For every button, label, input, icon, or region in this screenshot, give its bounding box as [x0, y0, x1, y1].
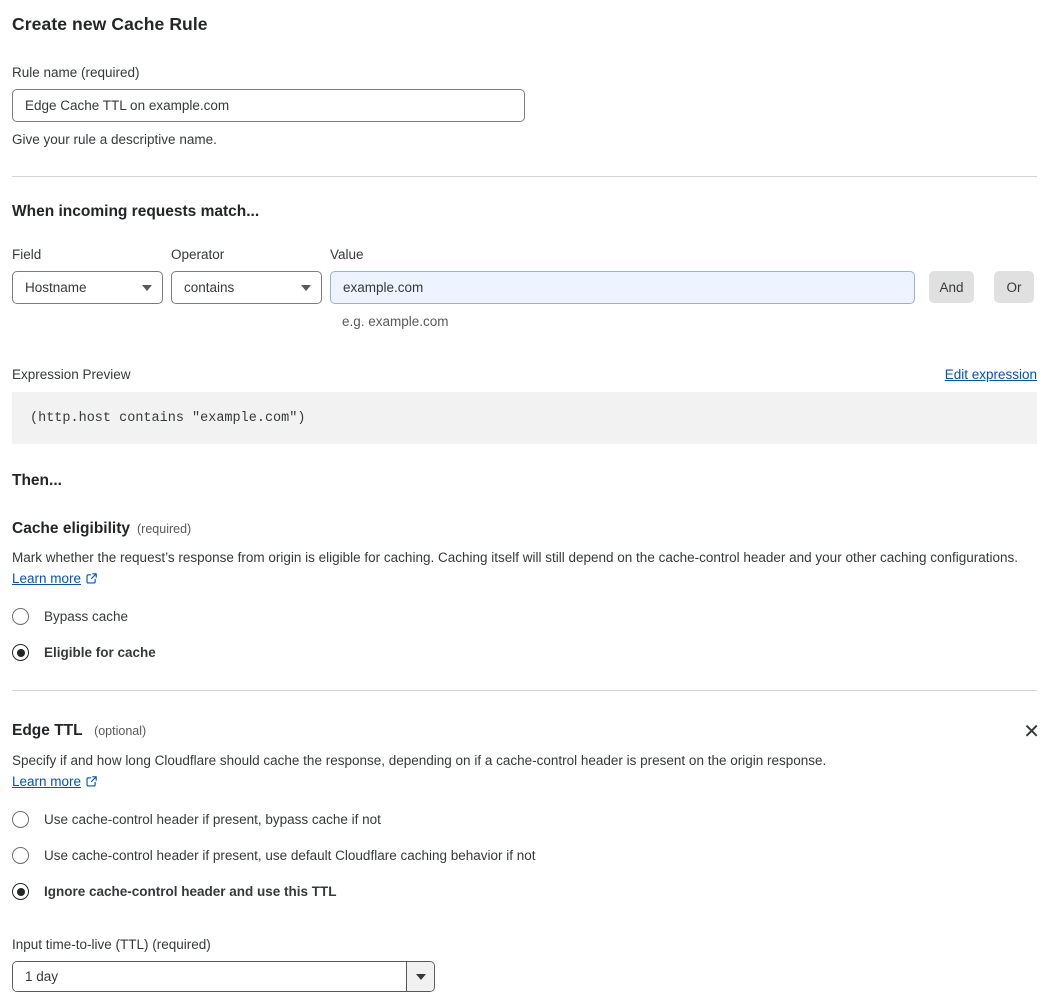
chevron-down-icon: [415, 973, 426, 980]
edge-ttl-description: Specify if and how long Cloudflare shoul…: [12, 753, 827, 791]
cache-eligibility-required-badge: (required): [137, 522, 192, 536]
match-condition-row: Field Hostname Operator contains Value A…: [12, 247, 1037, 304]
radio-selected-icon: [12, 644, 29, 661]
radio-icon: [12, 608, 29, 625]
operator-select[interactable]: contains: [171, 271, 322, 304]
radio-option-eligible-for-cache[interactable]: Eligible for cache: [12, 644, 1037, 661]
radio-label: Use cache-control header if present, byp…: [44, 812, 381, 827]
match-heading: When incoming requests match...: [12, 203, 260, 220]
chevron-down-icon: [142, 284, 152, 291]
radio-label: Ignore cache-control header and use this…: [44, 884, 337, 899]
operator-selected-value: contains: [184, 280, 235, 295]
value-input[interactable]: [330, 271, 915, 304]
radio-option-bypass-cache[interactable]: Bypass cache: [12, 608, 1037, 625]
expression-code-block: (http.host contains "example.com"): [12, 392, 1037, 444]
then-heading: Then...: [12, 472, 62, 489]
value-label: Value: [330, 247, 364, 262]
external-link-icon: [85, 573, 98, 588]
radio-icon: [12, 847, 29, 864]
edge-ttl-optional-badge: (optional): [94, 724, 147, 738]
radio-option-use-header-bypass[interactable]: Use cache-control header if present, byp…: [12, 811, 1037, 828]
edit-expression-link[interactable]: Edit expression: [945, 367, 1037, 382]
chevron-down-icon: [301, 284, 311, 291]
radio-option-use-header-default[interactable]: Use cache-control header if present, use…: [12, 847, 1037, 864]
page-title: Create new Cache Rule: [12, 14, 208, 34]
rule-name-section: Rule name (required) Give your rule a de…: [12, 65, 1037, 147]
value-help: e.g. example.com: [342, 314, 449, 329]
radio-label: Eligible for cache: [44, 645, 156, 660]
divider: [12, 176, 1037, 177]
ttl-input[interactable]: [13, 962, 406, 991]
field-select[interactable]: Hostname: [12, 271, 163, 304]
close-icon[interactable]: ✕: [1023, 721, 1040, 741]
divider: [12, 690, 1037, 691]
ttl-dropdown-button[interactable]: [406, 962, 434, 991]
radio-label: Bypass cache: [44, 609, 129, 624]
radio-label: Use cache-control header if present, use…: [44, 848, 536, 863]
expression-preview-label: Expression Preview: [12, 367, 131, 382]
ttl-input-label: Input time-to-live (TTL) (required): [12, 937, 211, 952]
edge-ttl-section: Edge TTL (optional) ✕ Specify if and how…: [12, 721, 1040, 992]
rule-name-label: Rule name (required): [12, 65, 140, 80]
rule-name-input[interactable]: [12, 89, 525, 122]
radio-selected-icon: [12, 883, 29, 900]
expression-code: (http.host contains "example.com"): [30, 410, 306, 426]
and-button[interactable]: And: [929, 271, 974, 303]
learn-more-link[interactable]: Learn more: [12, 571, 81, 586]
or-button[interactable]: Or: [994, 271, 1034, 303]
radio-option-ignore-header-use-ttl[interactable]: Ignore cache-control header and use this…: [12, 883, 1037, 900]
cache-eligibility-description: Mark whether the request’s response from…: [12, 550, 1019, 588]
radio-icon: [12, 811, 29, 828]
edge-ttl-title: Edge TTL: [12, 722, 83, 739]
expression-header: Expression Preview Edit expression: [12, 367, 1037, 382]
create-cache-rule-form: Create new Cache Rule Rule name (require…: [0, 0, 1058, 992]
cache-eligibility-title: Cache eligibility: [12, 520, 131, 537]
field-label: Field: [12, 247, 42, 262]
cache-eligibility-section: Cache eligibility (required) Mark whethe…: [12, 520, 1037, 661]
external-link-icon: [85, 776, 98, 791]
field-selected-value: Hostname: [25, 280, 87, 295]
operator-label: Operator: [171, 247, 225, 262]
ttl-combobox: [12, 961, 435, 992]
learn-more-link[interactable]: Learn more: [12, 774, 81, 789]
rule-name-help: Give your rule a descriptive name.: [12, 132, 217, 147]
